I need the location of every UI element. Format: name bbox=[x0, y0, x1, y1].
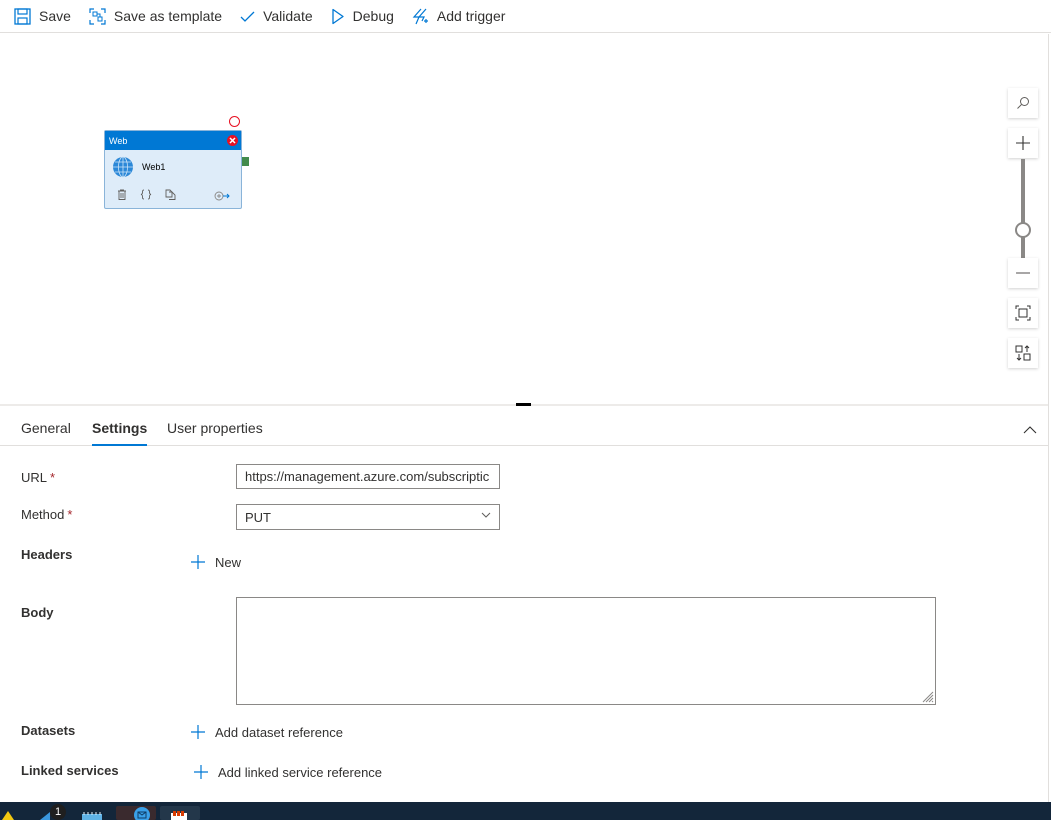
activity-status-circle bbox=[229, 116, 240, 127]
checkmark-icon bbox=[240, 11, 255, 22]
debug-label: Debug bbox=[352, 8, 394, 24]
method-label-text: Method bbox=[21, 507, 65, 522]
copy-icon[interactable] bbox=[165, 189, 176, 200]
tab-user-properties[interactable]: User properties bbox=[167, 420, 263, 446]
add-linked-service-reference-label: Add linked service reference bbox=[218, 764, 383, 780]
save-button[interactable]: Save bbox=[14, 1, 71, 31]
tab-general[interactable]: General bbox=[21, 420, 71, 446]
notepad-icon[interactable] bbox=[82, 812, 102, 820]
body-textarea[interactable] bbox=[236, 597, 936, 705]
zoom-out-button[interactable] bbox=[1008, 258, 1038, 288]
play-icon bbox=[332, 8, 344, 24]
method-value: PUT bbox=[245, 509, 271, 525]
zoom-in-button[interactable] bbox=[1008, 128, 1038, 158]
save-label: Save bbox=[39, 8, 71, 24]
save-as-template-button[interactable]: Save as template bbox=[89, 1, 222, 31]
validate-button[interactable]: Validate bbox=[240, 1, 313, 31]
fit-to-screen-icon bbox=[1015, 305, 1031, 321]
url-input[interactable]: https://management.azure.com/subscriptic bbox=[236, 464, 500, 489]
url-value: https://management.azure.com/subscriptic bbox=[245, 469, 490, 484]
activity-type: Web bbox=[109, 135, 128, 146]
zoom-slider-track[interactable] bbox=[1021, 159, 1025, 259]
panel-resize-handle[interactable] bbox=[516, 403, 531, 406]
search-canvas-button[interactable] bbox=[1008, 88, 1038, 118]
warning-tray-icon[interactable] bbox=[2, 811, 14, 820]
pipeline-canvas[interactable] bbox=[0, 34, 1048, 404]
validate-label: Validate bbox=[263, 8, 313, 24]
outlook-taskbar-button[interactable] bbox=[116, 806, 156, 820]
required-marker: * bbox=[67, 507, 73, 522]
delete-icon[interactable] bbox=[117, 189, 127, 200]
success-output-port[interactable] bbox=[242, 157, 249, 166]
new-header-label: New bbox=[215, 554, 242, 570]
trigger-icon bbox=[412, 8, 428, 24]
zoom-in-icon bbox=[1016, 136, 1030, 150]
chevron-up-icon bbox=[1023, 426, 1037, 434]
headers-label: Headers bbox=[21, 547, 73, 562]
add-output-icon[interactable] bbox=[214, 188, 230, 206]
add-dataset-reference-button[interactable]: Add dataset reference bbox=[190, 724, 343, 740]
web-activity-node[interactable]: Web Web1 bbox=[104, 130, 242, 209]
activity-header: Web bbox=[105, 131, 241, 150]
activity-error-icon[interactable] bbox=[227, 135, 238, 146]
save-icon bbox=[14, 7, 31, 25]
add-linked-service-reference-button[interactable]: Add linked service reference bbox=[193, 764, 382, 780]
method-label: Method * bbox=[21, 507, 72, 522]
required-marker: * bbox=[50, 470, 56, 485]
debug-button[interactable]: Debug bbox=[331, 1, 394, 31]
new-header-button[interactable]: New bbox=[190, 554, 241, 570]
add-trigger-button[interactable]: Add trigger bbox=[412, 1, 505, 31]
taskbar: 1 bbox=[0, 802, 1051, 820]
method-select[interactable]: PUT bbox=[236, 504, 500, 530]
globe-icon bbox=[113, 156, 133, 178]
office-app-icon bbox=[171, 811, 187, 820]
add-trigger-label: Add trigger bbox=[436, 8, 506, 24]
plus-icon bbox=[191, 555, 205, 569]
collapse-panel-button[interactable] bbox=[1023, 421, 1037, 439]
template-icon bbox=[89, 7, 106, 25]
office-taskbar-button[interactable] bbox=[160, 806, 200, 820]
notification-badge: 1 bbox=[50, 804, 66, 820]
url-label: URL * bbox=[21, 470, 55, 485]
url-label-text: URL bbox=[21, 470, 48, 485]
mail-icon bbox=[134, 807, 150, 820]
properties-tabs: General Settings User properties bbox=[0, 407, 1048, 446]
datasets-label: Datasets bbox=[21, 723, 76, 738]
plus-icon bbox=[191, 725, 205, 739]
add-dataset-reference-label: Add dataset reference bbox=[215, 724, 343, 740]
auto-align-button[interactable] bbox=[1008, 338, 1038, 368]
body-label: Body bbox=[21, 605, 54, 620]
zoom-out-icon bbox=[1016, 272, 1030, 274]
auto-align-icon bbox=[1015, 345, 1031, 361]
linked-services-label: Linked services bbox=[21, 763, 119, 778]
search-icon bbox=[1017, 97, 1029, 109]
resize-grip-icon[interactable] bbox=[920, 689, 934, 703]
chevron-down-icon bbox=[481, 512, 491, 518]
activity-name: Web1 bbox=[142, 162, 166, 172]
toolbar: Save Save as template Validate Debug Add… bbox=[0, 0, 1051, 33]
panel-border bbox=[1048, 34, 1049, 802]
fit-to-screen-button[interactable] bbox=[1008, 298, 1038, 328]
save-as-template-label: Save as template bbox=[113, 8, 223, 24]
zoom-slider-thumb[interactable] bbox=[1015, 222, 1031, 238]
tab-settings[interactable]: Settings bbox=[92, 420, 148, 446]
code-icon[interactable] bbox=[140, 189, 152, 200]
plus-icon bbox=[194, 765, 208, 779]
